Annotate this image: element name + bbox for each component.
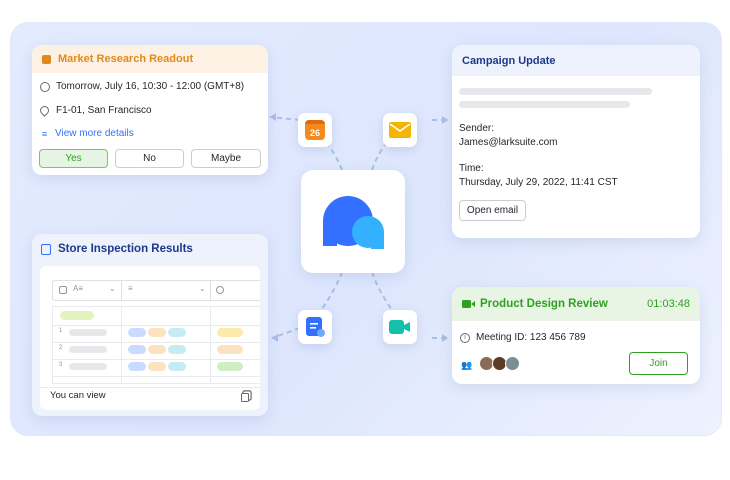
row-divider (53, 376, 260, 377)
chevron-down-icon: ⌄ (109, 284, 116, 293)
rsvp-no-button[interactable]: No (115, 149, 184, 168)
participants-icon: 👥 (461, 360, 473, 370)
placeholder-line (459, 88, 652, 95)
tag-pill (168, 362, 186, 371)
video-meeting-title: Product Design Review (480, 298, 608, 310)
docs-app-tile[interactable] (298, 310, 332, 344)
cell-placeholder (69, 329, 107, 336)
tag-pill (128, 345, 146, 354)
location-pin-icon (38, 104, 51, 117)
table-header-row: A≡ ⌄ ≡ ⌄ (52, 280, 260, 301)
lark-logo-hub (301, 170, 405, 273)
meeting-invite-header: Market Research Readout (32, 45, 268, 73)
status-field-icon (216, 286, 224, 294)
tag-pill (128, 328, 146, 337)
meeting-invite-card: Market Research Readout Tomorrow, July 1… (32, 45, 268, 175)
table-footer-divider (40, 387, 260, 388)
clock-icon (40, 81, 50, 92)
checkbox-icon (59, 286, 67, 294)
row-divider (53, 359, 260, 360)
email-card-header: Campaign Update (452, 45, 700, 76)
inspection-title: Store Inspection Results (58, 243, 193, 255)
meeting-location: F1-01, San Francisco (56, 105, 152, 116)
copy-icon[interactable] (241, 393, 249, 402)
join-button[interactable]: Join (629, 352, 688, 375)
status-pill (217, 328, 243, 337)
tag-pill (148, 362, 166, 371)
group-tag (60, 311, 94, 320)
divider (210, 281, 211, 300)
row-divider (53, 342, 260, 343)
chevron-down-icon: ⌄ (199, 284, 206, 293)
col-divider (210, 307, 211, 385)
time-label: Time: (459, 163, 484, 174)
avatar (505, 356, 520, 371)
tag-pill (168, 345, 186, 354)
rsvp-maybe-button[interactable]: Maybe (191, 149, 261, 168)
cell-placeholder (69, 363, 107, 370)
video-camera-icon (462, 300, 475, 308)
video-meeting-card: Product Design Review 01:03:48 i Meeting… (452, 287, 700, 384)
chat-bubbles-icon (323, 196, 384, 249)
video-app-tile[interactable] (383, 310, 417, 344)
text-field-icon: A≡ (73, 284, 84, 293)
tag-pill (168, 328, 186, 337)
view-details-link[interactable]: View more details (55, 128, 134, 139)
rsvp-yes-button[interactable]: Yes (39, 149, 108, 168)
row-number: 1 (59, 328, 63, 334)
time-value: Thursday, July 29, 2022, 11:41 CST (459, 177, 618, 188)
calendar-event-icon (42, 54, 51, 64)
video-icon (389, 320, 410, 334)
table-body: 1 2 3 (52, 306, 260, 385)
email-title: Campaign Update (462, 54, 556, 67)
col-divider (121, 307, 122, 385)
email-card: Campaign Update Sender: James@larksuite.… (452, 45, 700, 238)
row-number: 2 (59, 345, 63, 351)
meeting-time: Tomorrow, July 16, 10:30 - 12:00 (GMT+8) (56, 81, 245, 92)
info-icon: i (460, 332, 470, 343)
status-pill (217, 362, 243, 371)
meeting-title: Market Research Readout (58, 53, 194, 65)
list-icon: ≡ (41, 128, 48, 139)
table-preview: A≡ ⌄ ≡ ⌄ 1 2 3 You can view (40, 266, 260, 410)
status-pill (217, 345, 243, 354)
sender-label: Sender: (459, 123, 495, 134)
meeting-duration: 01:03:48 (647, 298, 690, 310)
mail-icon (389, 122, 411, 138)
calendar-icon: 26 (305, 120, 325, 140)
mail-app-tile[interactable] (383, 113, 417, 147)
video-meeting-header: Product Design Review 01:03:48 (452, 287, 700, 321)
open-email-button[interactable]: Open email (459, 200, 526, 221)
sheet-icon (41, 243, 51, 255)
row-divider (53, 325, 260, 326)
placeholder-line (459, 101, 630, 108)
tag-pill (148, 328, 166, 337)
view-permission-text: You can view (50, 390, 106, 401)
tag-pill (128, 362, 146, 371)
inspection-card: Store Inspection Results A≡ ⌄ ≡ ⌄ 1 2 3 (32, 234, 268, 416)
tag-pill (148, 345, 166, 354)
calendar-app-tile[interactable]: 26 (298, 113, 332, 147)
cell-placeholder (69, 346, 107, 353)
row-number: 3 (59, 362, 63, 368)
document-icon (306, 317, 325, 337)
divider (121, 281, 122, 300)
list-field-icon: ≡ (128, 284, 133, 293)
meeting-id: Meeting ID: 123 456 789 (476, 332, 586, 343)
sender-value: James@larksuite.com (459, 137, 558, 148)
